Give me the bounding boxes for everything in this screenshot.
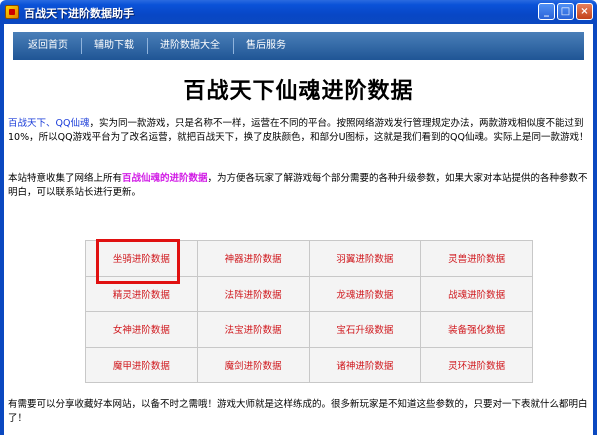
page-title: 百战天下仙魂进阶数据 [183,79,414,104]
nav-item-data[interactable]: 进阶数据大全 [147,32,233,60]
maximize-icon: □ [560,6,571,17]
grid-link-dragon-soul[interactable]: 龙魂进阶数据 [308,275,422,312]
nav-item-service[interactable]: 售后服务 [233,32,299,60]
close-button[interactable]: × [576,3,593,20]
maximize-button[interactable]: □ [557,3,574,20]
window-titlebar: 百战天下进阶数据助手 _ □ × [0,0,597,24]
app-icon [5,5,19,19]
grid-link-gem[interactable]: 宝石升级数据 [308,311,422,348]
grid-link-treasure[interactable]: 法宝进阶数据 [196,311,310,348]
grid-link-formation[interactable]: 法阵进阶数据 [196,275,310,312]
notice-paragraph: 本站特意收集了网络上所有百战仙魂的进阶数据，为方便各玩家了解游戏每个部分需要的各… [8,172,592,200]
grid-link-gods[interactable]: 诸神进阶数据 [308,346,422,383]
intro-text: ，实为同一款游戏，只是名称不一样，运营在不同的平台。按照网络游戏发行管理规定办法… [8,118,589,143]
link-qq-xianhun[interactable]: QQ仙魂 [56,118,90,129]
link-baizhan[interactable]: 百战天下 [8,118,46,129]
window-title: 百战天下进阶数据助手 [24,7,134,20]
grid-row: 女神进阶数据 法宝进阶数据 宝石升级数据 装备强化数据 [85,311,533,348]
notice-highlight: 百战仙魂的进阶数据 [122,173,208,184]
close-icon: × [580,6,589,17]
grid-link-goddess[interactable]: 女神进阶数据 [85,311,198,348]
minimize-button[interactable]: _ [538,3,555,20]
link-separator: 、 [46,118,56,129]
grid-link-demon-armor[interactable]: 魔甲进阶数据 [85,346,198,383]
notice-text-before: 本站特意收集了网络上所有 [8,173,123,184]
selection-highlight-box [96,239,180,284]
nav-item-home[interactable]: 返回首页 [15,32,81,60]
navigation-bar: 返回首页 辅助下载 进阶数据大全 售后服务 [13,32,584,60]
grid-link-war-soul[interactable]: 战魂进阶数据 [420,275,533,312]
nav-item-download[interactable]: 辅助下载 [81,32,147,60]
intro-paragraph: 百战天下、QQ仙魂，实为同一款游戏，只是名称不一样，运营在不同的平台。按照网络游… [8,117,592,145]
grid-link-spirit-beast[interactable]: 灵兽进阶数据 [420,240,533,277]
grid-link-equipment[interactable]: 装备强化数据 [420,311,533,348]
footer-text: 有需要可以分享收藏好本网站，以备不时之需哦！游戏大师就是这样练成的。很多新玩家是… [8,399,588,424]
grid-row: 魔甲进阶数据 魔剑进阶数据 诸神进阶数据 灵环进阶数据 [85,346,533,383]
minimize-icon: _ [544,6,549,17]
grid-link-demon-sword[interactable]: 魔剑进阶数据 [196,346,310,383]
grid-link-spirit-ring[interactable]: 灵环进阶数据 [420,346,533,383]
grid-link-artifact[interactable]: 神器进阶数据 [196,240,310,277]
grid-link-wings[interactable]: 羽翼进阶数据 [308,240,422,277]
